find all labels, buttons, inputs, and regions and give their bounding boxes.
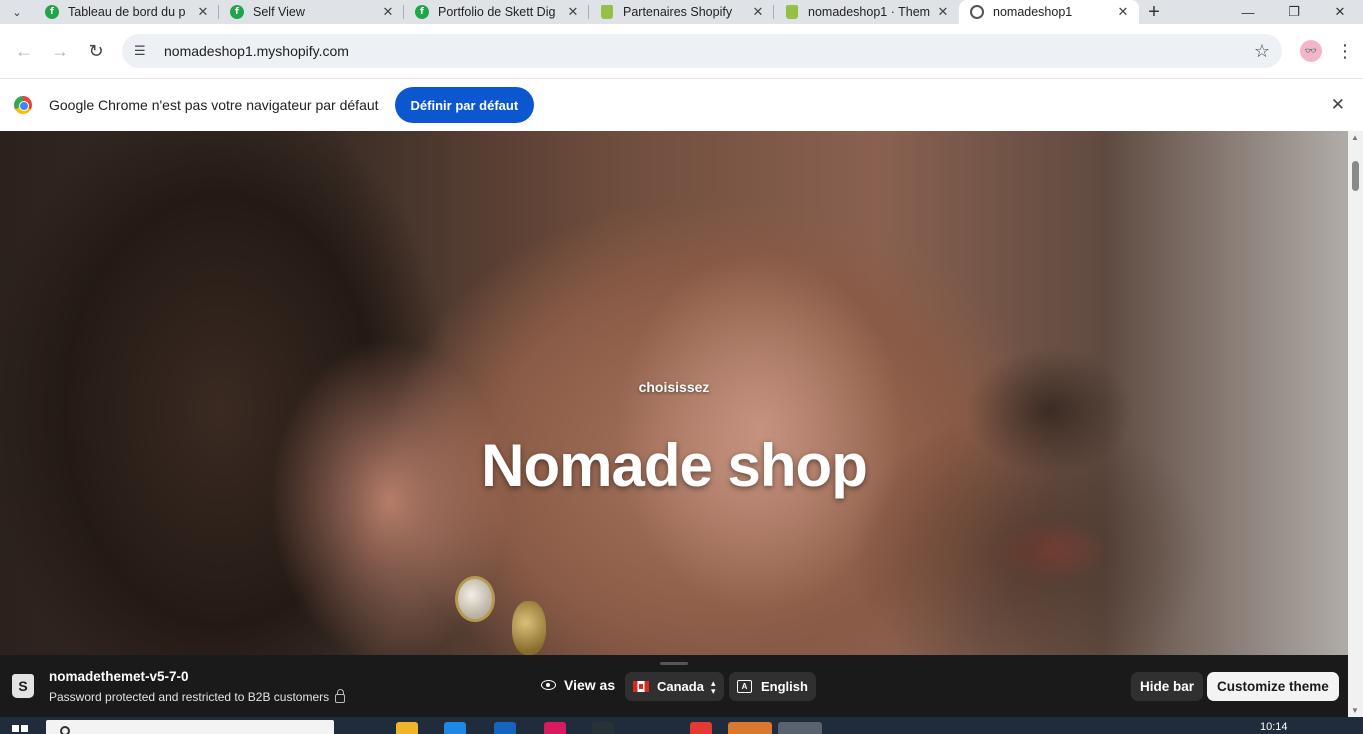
window-controls: — ❐ ✕ bbox=[1225, 0, 1363, 24]
tab-2[interactable]: f Self View ✕ bbox=[219, 0, 404, 24]
shopify-bag-icon bbox=[599, 4, 615, 20]
forward-button[interactable]: → bbox=[42, 33, 78, 69]
shopify-bag-icon bbox=[784, 4, 800, 20]
url-text[interactable]: nomadeshop1.myshopify.com bbox=[164, 43, 1254, 59]
store-status: Password protected and restricted to B2B… bbox=[49, 688, 346, 704]
app-icon[interactable] bbox=[728, 722, 772, 734]
address-bar[interactable]: ☰ nomadeshop1.myshopify.com ☆ bbox=[122, 34, 1282, 68]
arrow-right-icon: → bbox=[51, 40, 69, 61]
tab-3[interactable]: f Portfolio de Skett Dig ✕ bbox=[404, 0, 589, 24]
tab-close-icon[interactable]: ✕ bbox=[935, 4, 951, 20]
green-f-icon: f bbox=[414, 4, 430, 20]
view-as-label: View as bbox=[541, 677, 615, 693]
tab-strip: ⌄ f Tableau de bord du p ✕ f Self View ✕… bbox=[0, 0, 1363, 24]
scroll-up-icon[interactable]: ▲ bbox=[1351, 133, 1359, 142]
tab-title: Portfolio de Skett Dig bbox=[438, 5, 556, 19]
store-status-text: Password protected and restricted to B2B… bbox=[49, 690, 330, 704]
view-as-text: View as bbox=[564, 677, 616, 693]
restore-icon[interactable]: ❐ bbox=[1271, 0, 1317, 24]
bookmark-star-icon[interactable]: ☆ bbox=[1254, 41, 1270, 62]
customize-theme-button[interactable]: Customize theme bbox=[1207, 672, 1339, 701]
tab-5[interactable]: nomadeshop1 · Them ✕ bbox=[774, 0, 959, 24]
browser-toolbar: ← → ↻ ☰ nomadeshop1.myshopify.com ☆ 👓 ⋮ bbox=[0, 24, 1363, 78]
reload-icon: ↻ bbox=[88, 40, 104, 61]
windows-taskbar: 10:14 bbox=[0, 717, 1363, 734]
app-icon[interactable] bbox=[544, 722, 566, 734]
country-value: Canada bbox=[657, 679, 704, 694]
file-explorer-icon[interactable] bbox=[396, 722, 418, 734]
edge-icon[interactable] bbox=[444, 722, 466, 734]
reload-button[interactable]: ↻ bbox=[78, 33, 114, 69]
app-icon[interactable] bbox=[592, 722, 614, 734]
language-value: English bbox=[761, 679, 808, 694]
set-default-button[interactable]: Définir par défaut bbox=[394, 87, 535, 123]
drag-handle[interactable] bbox=[660, 662, 688, 665]
back-button[interactable]: ← bbox=[6, 33, 42, 69]
taskbar-clock: 10:14 bbox=[1260, 721, 1288, 733]
tab-title: nomadeshop1 bbox=[993, 5, 1073, 19]
tab-title: Partenaires Shopify bbox=[623, 5, 733, 19]
chevron-down-icon: ⌄ bbox=[12, 6, 22, 19]
tab-title: nomadeshop1 · Them bbox=[808, 5, 931, 19]
tab-close-icon[interactable]: ✕ bbox=[750, 4, 766, 20]
search-icon bbox=[60, 726, 70, 734]
arrow-left-icon: ← bbox=[15, 40, 33, 61]
site-info-icon[interactable]: ☰ bbox=[134, 43, 152, 59]
infobar-message: Google Chrome n'est pas votre navigateur… bbox=[49, 97, 379, 113]
select-arrows-icon: ▴ ▾ bbox=[710, 677, 716, 696]
infobar-close-icon[interactable]: ✕ bbox=[1331, 95, 1345, 115]
translate-icon: A bbox=[737, 680, 752, 693]
scrollbar-thumb[interactable] bbox=[1352, 161, 1359, 191]
windows-start-icon[interactable] bbox=[12, 725, 28, 734]
tab-close-icon[interactable]: ✕ bbox=[1115, 4, 1131, 20]
more-menu-icon[interactable]: ⋮ bbox=[1336, 41, 1354, 62]
page-scrollbar[interactable]: ▲ ▼ bbox=[1348, 131, 1363, 717]
canada-flag-icon bbox=[633, 681, 649, 692]
country-selector[interactable]: Canada ▴ ▾ bbox=[625, 672, 724, 701]
plus-icon: + bbox=[1148, 0, 1160, 23]
hero-photo-detail bbox=[512, 601, 546, 655]
tab-title: Tableau de bord du p bbox=[68, 5, 186, 19]
minimize-icon[interactable]: — bbox=[1225, 0, 1271, 24]
tab-close-icon[interactable]: ✕ bbox=[195, 4, 211, 20]
shopify-preview-bar: S nomadethemet-v5-7-0 Password protected… bbox=[0, 655, 1348, 717]
hero-banner: choisissez Nomade shop bbox=[0, 131, 1348, 655]
hide-bar-button[interactable]: Hide bar bbox=[1131, 672, 1204, 701]
tab-4[interactable]: Partenaires Shopify ✕ bbox=[589, 0, 774, 24]
green-f-icon: f bbox=[44, 4, 60, 20]
tab-search-button[interactable]: ⌄ bbox=[0, 0, 34, 24]
chrome-logo-icon bbox=[14, 96, 32, 114]
language-selector[interactable]: A English bbox=[729, 672, 816, 701]
eye-icon bbox=[541, 680, 556, 690]
tab-6-active[interactable]: nomadeshop1 ✕ bbox=[959, 0, 1139, 24]
app-icon[interactable] bbox=[778, 722, 822, 734]
hero-subheading: choisissez bbox=[638, 379, 710, 395]
shopify-logo-icon: S bbox=[12, 674, 34, 698]
hero-heading: Nomade shop bbox=[481, 432, 868, 499]
hero-photo-detail bbox=[455, 576, 495, 622]
tab-title: Self View bbox=[253, 5, 305, 19]
tab-close-icon[interactable]: ✕ bbox=[565, 4, 581, 20]
window-close-icon[interactable]: ✕ bbox=[1317, 0, 1363, 24]
taskbar-search-box[interactable] bbox=[46, 720, 334, 734]
green-f-icon: f bbox=[229, 4, 245, 20]
lock-icon bbox=[335, 688, 346, 703]
chrome-taskbar-icon[interactable] bbox=[690, 722, 712, 734]
profile-avatar[interactable]: 👓 bbox=[1300, 40, 1322, 62]
globe-icon bbox=[969, 4, 985, 20]
default-browser-infobar: Google Chrome n'est pas votre navigateur… bbox=[0, 78, 1363, 131]
scroll-down-icon[interactable]: ▼ bbox=[1351, 706, 1359, 715]
tab-close-icon[interactable]: ✕ bbox=[380, 4, 396, 20]
store-icon[interactable] bbox=[494, 722, 516, 734]
new-tab-button[interactable]: + bbox=[1139, 0, 1169, 24]
tab-1[interactable]: f Tableau de bord du p ✕ bbox=[34, 0, 219, 24]
glasses-icon: 👓 bbox=[1304, 45, 1318, 57]
theme-name: nomadethemet-v5-7-0 bbox=[49, 669, 189, 684]
